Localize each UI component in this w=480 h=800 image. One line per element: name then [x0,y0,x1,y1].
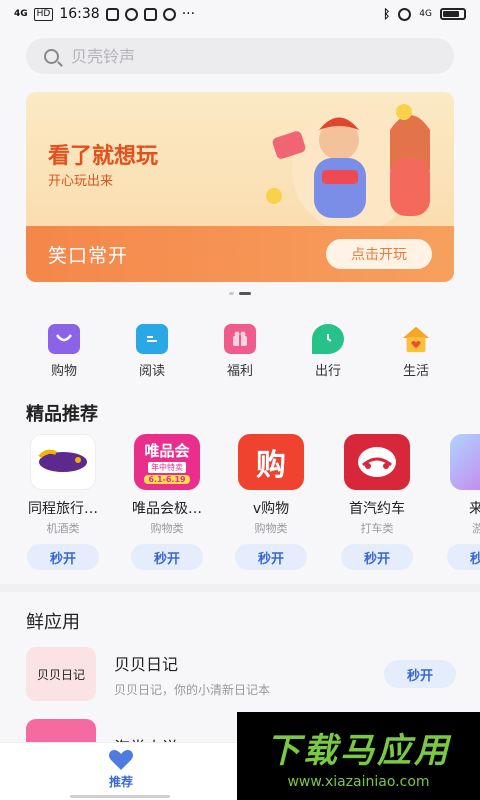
shopping-bag-icon [48,324,80,354]
battery-icon [440,8,466,20]
app-description: 贝贝日记，你的小清新日记本 [114,682,271,697]
banner-slogan: 笑口常开 [48,244,129,267]
section-divider [0,584,480,592]
featured-section-title: 精品推荐 [26,404,98,425]
nav-recommend[interactable]: 推荐 [94,749,148,790]
notification-icon [143,7,157,21]
app-category: 购物类 [254,522,288,535]
carousel-indicator [0,292,480,295]
featured-app-card[interactable]: 来切 游戏 秒开 [428,434,480,570]
open-button[interactable]: 秒开 [235,544,307,570]
banner-footer: 笑口常开 点击开玩 [26,226,454,282]
watermark-url: www.xiazainiao.com [287,773,430,790]
app-name: 唯品会极… [132,501,202,517]
open-button[interactable]: 秒开 [384,660,456,688]
featured-apps-list: 同程旅行… 机酒类 秒开 唯品会 年中特卖 6.1-6.19 唯品会极… 购物类… [0,434,480,574]
featured-app-card[interactable]: 同程旅行… 机酒类 秒开 [8,434,118,570]
fresh-app-text: 贝贝日记 贝贝日记，你的小清新日记本 [114,651,270,698]
search-input[interactable] [71,46,411,66]
category-label: 生活 [402,364,429,379]
category-label: 福利 [226,364,253,379]
notification-icon [105,7,119,21]
game-icon [450,434,480,490]
carousel-dot-active [239,292,251,295]
status-bar: 4G HD 16:38 ··· ᛒ 4G [0,0,480,28]
app-category: 游戏 [472,522,480,535]
location-icon [312,324,344,354]
vipshop-icon: 唯品会 年中特卖 6.1-6.19 [134,434,200,490]
car-icon [344,434,410,490]
signal-indicator: 4G [14,9,28,19]
notification-icon [162,7,176,21]
notification-icon [124,7,138,21]
promo-banner[interactable]: 看了就想玩 开心玩出来 笑口常开 点击开玩 [26,92,454,282]
book-icon [136,324,168,354]
vipshop-badge-title: 唯品会 [144,442,190,460]
signal-indicator-right: 4G [419,9,432,19]
app-name: 来切 [469,501,480,517]
gift-icon [224,324,256,354]
category-label: 购物 [50,364,77,379]
clock: 16:38 [59,6,100,22]
category-label: 出行 [314,364,341,379]
category-row: 购物 阅读 福利 出行 生活 [20,324,460,379]
banner-illustration [266,104,430,230]
app-name: v购物 [252,501,290,517]
watermark: 下载马应用 www.xiazainiao.com [237,712,480,800]
open-button[interactable]: 秒开 [131,544,203,570]
banner-subtitle: 开心玩出来 [48,174,114,189]
more-notifications: ··· [181,6,196,22]
nav-label: 推荐 [108,775,133,789]
bluetooth-icon: ᛒ [383,7,391,21]
category-shopping[interactable]: 购物 [20,324,108,379]
category-life[interactable]: 生活 [372,324,460,379]
banner-title: 看了就想玩 [48,144,159,169]
category-label: 阅读 [138,364,165,379]
banner-play-button[interactable]: 点击开玩 [326,239,432,269]
featured-app-card[interactable]: 首汽约车 打车类 秒开 [322,434,432,570]
vipshop-badge-sub: 年中特卖 [148,462,186,473]
featured-app-card[interactable]: 唯品会 年中特卖 6.1-6.19 唯品会极… 购物类 秒开 [112,434,222,570]
search-icon [44,48,59,64]
category-travel[interactable]: 出行 [284,324,372,379]
home-indicator [70,795,170,798]
fresh-section-title: 鲜应用 [26,612,80,633]
beibei-diary-icon: 贝贝日记 [26,647,96,701]
featured-app-card[interactable]: 购 v购物 购物类 秒开 [216,434,326,570]
category-welfare[interactable]: 福利 [196,324,284,379]
category-reading[interactable]: 阅读 [108,324,196,379]
hd-badge: HD [33,7,54,21]
app-name: 贝贝日记 [114,654,179,674]
watermark-title: 下载马应用 [266,730,451,771]
app-name: 同程旅行… [28,501,98,517]
heart-icon [109,750,133,770]
vgou-glyph: 购 [256,448,286,483]
vipshop-badge-date: 6.1-6.19 [144,475,190,484]
search-bar[interactable] [26,38,454,74]
app-category: 购物类 [150,522,184,535]
fresh-app-row[interactable]: 贝贝日记 贝贝日记 贝贝日记，你的小清新日记本 秒开 [26,646,456,702]
open-button[interactable]: 秒开 [341,544,413,570]
app-name: 首汽约车 [349,501,405,517]
vgou-icon: 购 [238,434,304,490]
house-icon [400,324,432,354]
tongcheng-icon [30,434,96,490]
open-button[interactable]: 秒开 [447,544,480,570]
carousel-dot [229,292,234,295]
open-button[interactable]: 秒开 [27,544,99,570]
diary-icon-text: 贝贝日记 [36,667,85,682]
app-category: 打车类 [360,522,394,535]
alarm-icon [398,7,412,21]
app-category: 机酒类 [46,522,80,535]
